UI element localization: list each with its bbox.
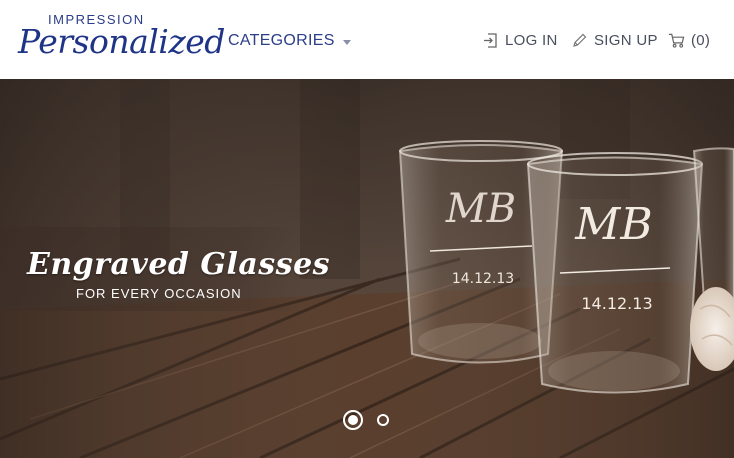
- glass-2-graphic: MB 14.12.13: [526, 152, 704, 394]
- cart-icon: [668, 32, 685, 49]
- slider-dot-2[interactable]: [377, 414, 389, 426]
- slider-dot-1[interactable]: [343, 410, 363, 430]
- cart-link[interactable]: (0): [668, 30, 710, 50]
- signup-link[interactable]: SIGN UP: [571, 30, 658, 50]
- glass-1-date: 14.12.13: [452, 271, 514, 287]
- hero-slider: MB 14.12.13 MB 14.12.13 Engraved Glasses…: [0, 79, 734, 458]
- site-header: IMPRESSION Personalized CATEGORIES LOG I…: [0, 0, 734, 79]
- hero-title: Engraved Glasses: [27, 247, 331, 282]
- pencil-icon: [571, 32, 588, 49]
- categories-dropdown[interactable]: CATEGORIES: [228, 31, 351, 51]
- logo-main-text: Personalized: [18, 22, 225, 61]
- login-link[interactable]: LOG IN: [482, 30, 558, 50]
- glass-1-monogram: MB: [445, 186, 516, 232]
- cart-count: (0): [691, 31, 711, 49]
- glass-2-date: 14.12.13: [581, 294, 652, 313]
- login-label: LOG IN: [505, 31, 558, 49]
- site-logo[interactable]: IMPRESSION Personalized: [18, 12, 225, 68]
- hero-subtitle: FOR EVERY OCCASION: [76, 286, 242, 301]
- chevron-down-icon: [342, 39, 351, 45]
- glass-2-monogram: MB: [574, 199, 652, 250]
- login-icon: [482, 32, 499, 49]
- categories-label: CATEGORIES: [228, 32, 335, 49]
- signup-label: SIGN UP: [594, 31, 658, 49]
